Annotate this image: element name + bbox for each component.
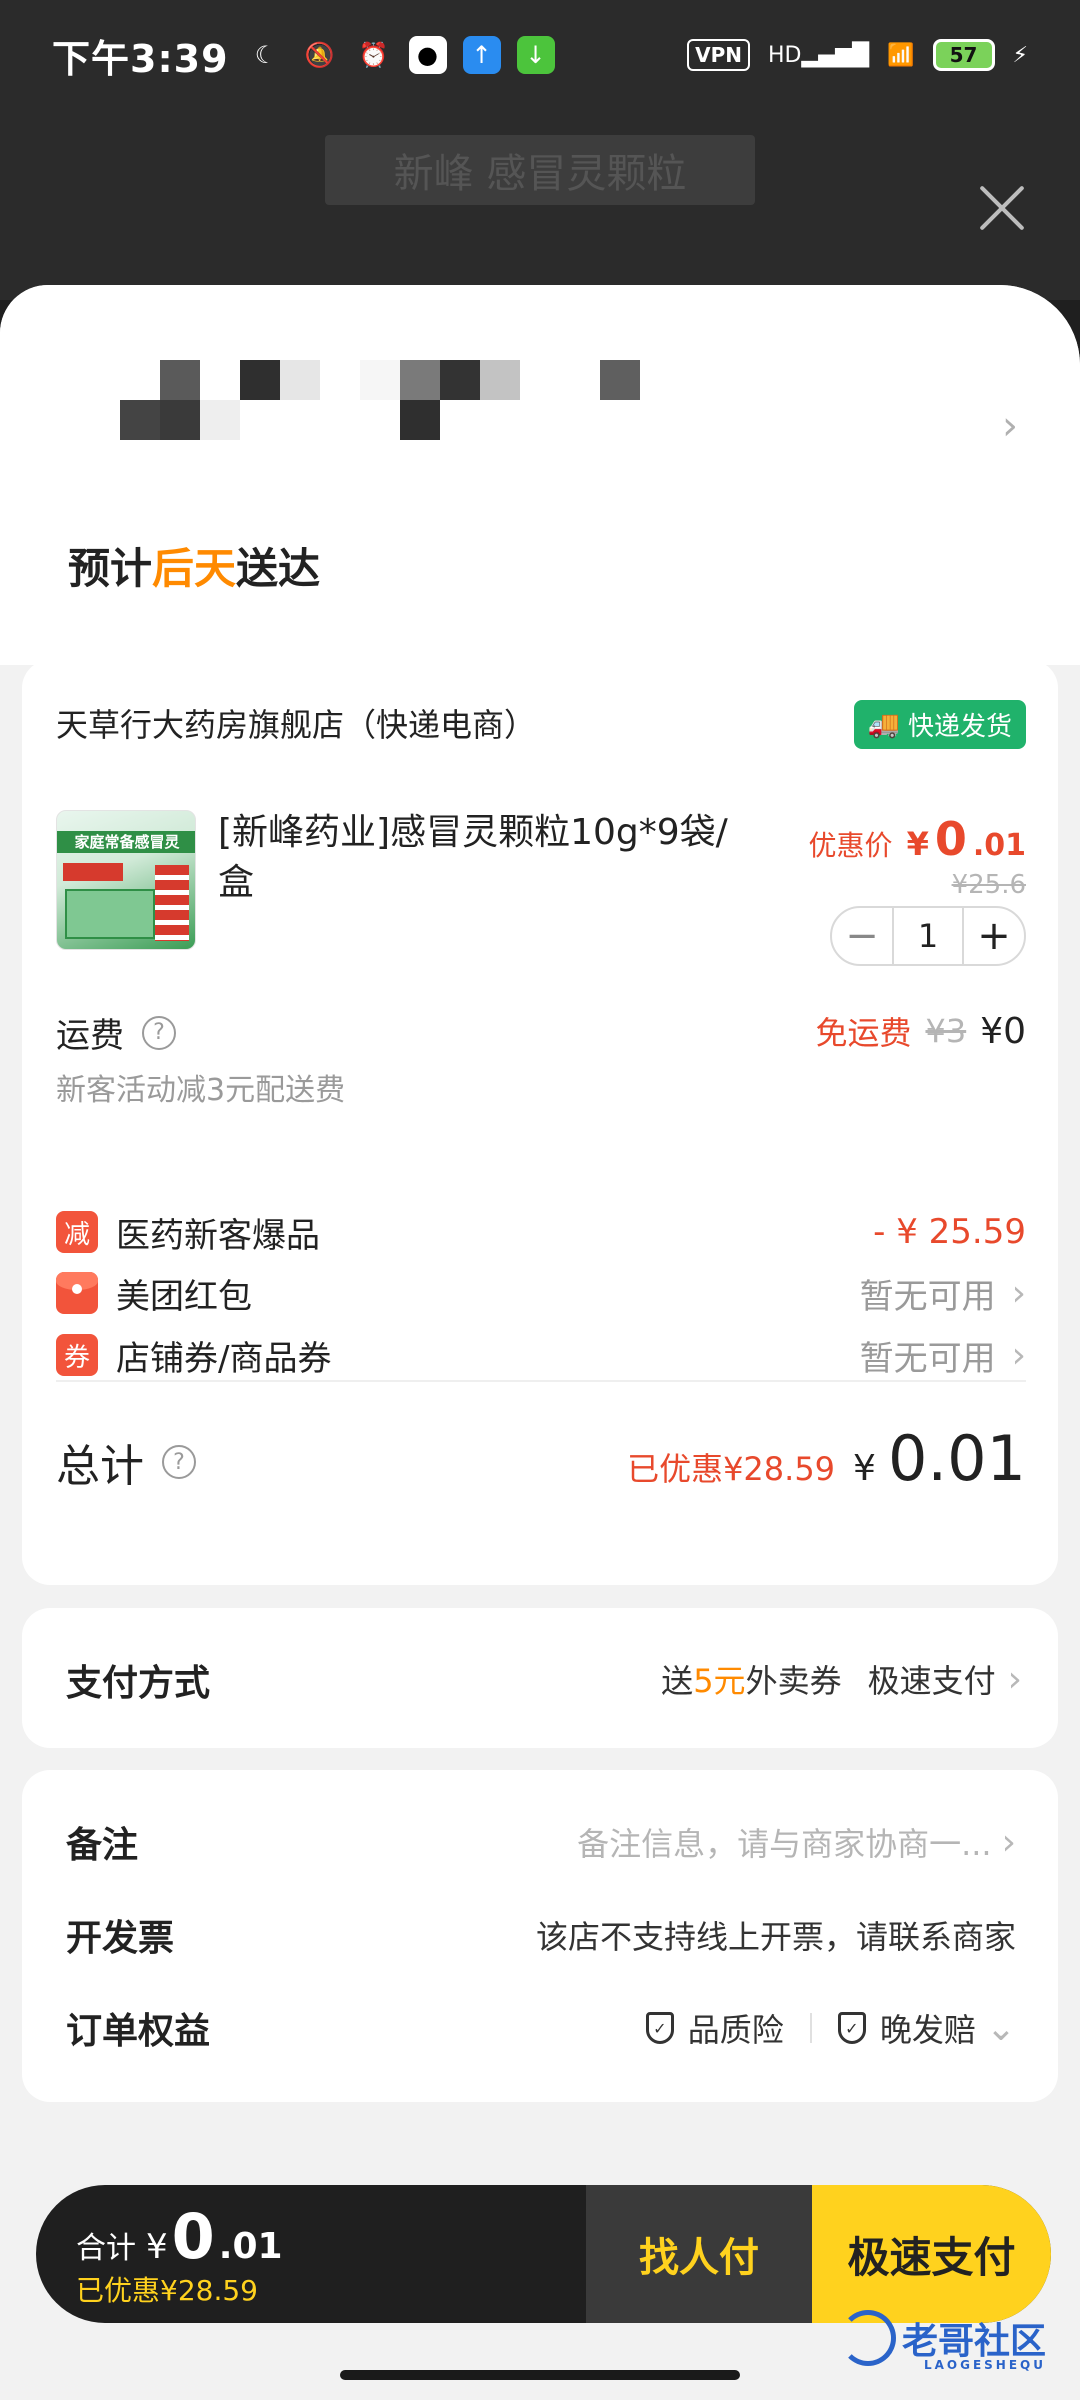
- download-icon: ↓: [516, 36, 555, 74]
- total-amount: 已优惠¥28.59 ¥ 0.01: [627, 1422, 1026, 1495]
- battery-icon: 57: [932, 39, 995, 71]
- red-packet-icon: [56, 1272, 98, 1314]
- chevron-right-icon: ›: [1011, 1334, 1026, 1376]
- chevron-right-icon: ›: [1011, 1272, 1026, 1314]
- status-right: VPN HD▂▄▆█ 📶 57 ⚡: [687, 39, 1028, 71]
- shipping-note: 新客活动减3元配送费: [56, 1073, 346, 1108]
- shipping-fee: 免运费 ¥3 ¥0: [815, 1010, 1026, 1053]
- shop-name[interactable]: 天草行大药房旗舰店（快递电商）: [56, 700, 536, 746]
- original-price: ¥25.6: [951, 870, 1026, 900]
- remark-row[interactable]: 备注 备注信息，请与商家协商一... ›: [66, 1812, 1016, 1872]
- product-title[interactable]: [新峰药业]感冒灵颗粒10g*9袋/盒: [218, 808, 758, 908]
- payment-method-row[interactable]: 支付方式 送5元外卖券 极速支付 ›: [22, 1608, 1058, 1748]
- ask-friend-pay-button[interactable]: 找人付: [586, 2185, 812, 2323]
- help-icon[interactable]: ?: [142, 1015, 176, 1050]
- red-packet-row[interactable]: 美团红包 暂无可用 ›: [56, 1263, 1026, 1323]
- shield-check-icon: ✓: [645, 2012, 674, 2044]
- extras-card: 备注 备注信息，请与商家协商一... › 开发票 该店不支持线上开票，请联系商家 …: [22, 1770, 1058, 2102]
- background-title: 新峰 感冒灵颗粒: [325, 135, 755, 205]
- checkout-bar: 合计 ¥0.01 已优惠¥28.59 找人付 极速支付: [36, 2185, 1051, 2323]
- address-mosaic: [120, 360, 940, 490]
- wifi-icon: 📶: [887, 42, 915, 68]
- background-header: 新峰 感冒灵颗粒: [0, 130, 1080, 210]
- close-icon[interactable]: [972, 178, 1032, 238]
- chevron-right-icon: ›: [1001, 1821, 1016, 1863]
- remark-input: 备注信息，请与商家协商一...: [577, 1825, 992, 1863]
- checkout-total: 合计 ¥0.01 已优惠¥28.59: [76, 2200, 283, 2308]
- express-badge: 🚚 快递发货: [853, 700, 1026, 749]
- address-chevron-icon[interactable]: ›: [1002, 403, 1018, 449]
- order-sheet: › 预计后天送达 天草行大药房旗舰店（快递电商） 🚚 快递发货 家庭常备感冒灵 …: [0, 285, 1080, 2400]
- chevron-down-icon: ⌄: [985, 2007, 1016, 2049]
- coupon-icon: 券: [56, 1334, 98, 1376]
- coupon-row[interactable]: 券 店铺券/商品券 暂无可用 ›: [56, 1325, 1026, 1385]
- delivery-estimate: 预计后天送达: [68, 544, 321, 593]
- notification-icons: ☾ 🔕 ⏰ ● ↑ ↓: [247, 36, 555, 74]
- minus-button[interactable]: −: [832, 908, 892, 964]
- home-indicator[interactable]: [340, 2370, 740, 2380]
- discount-icon: 减: [56, 1211, 98, 1253]
- divider: [56, 1380, 1026, 1382]
- upload-icon: ↑: [462, 36, 501, 74]
- shipping-row: 运费 ?: [56, 1008, 176, 1057]
- bell-off-icon: 🔕: [304, 41, 335, 69]
- alarm-icon: ⏰: [358, 41, 389, 69]
- moon-icon: ☾: [254, 41, 277, 69]
- status-bar: 下午3:39 ☾ 🔕 ⏰ ● ↑ ↓ VPN HD▂▄▆█ 📶 57 ⚡: [0, 0, 1080, 110]
- status-time: 下午3:39: [52, 36, 229, 81]
- watermark-icon: [839, 2310, 896, 2366]
- invoice-row: 开发票 该店不支持线上开票，请联系商家: [66, 1918, 1016, 1959]
- quick-pay-button[interactable]: 极速支付: [812, 2185, 1051, 2323]
- new-customer-discount-row: 减 医药新客爆品 - ¥ 25.59: [56, 1202, 1026, 1262]
- order-card: 天草行大药房旗舰店（快递电商） 🚚 快递发货 家庭常备感冒灵 [新峰药业]感冒灵…: [22, 660, 1058, 1585]
- signal-icon: HD▂▄▆█: [767, 42, 870, 68]
- charging-icon: ⚡: [1012, 42, 1028, 68]
- plus-button[interactable]: +: [964, 908, 1024, 964]
- address-section[interactable]: › 预计后天送达: [0, 285, 1080, 665]
- help-icon[interactable]: ?: [162, 1445, 196, 1479]
- order-rights-row[interactable]: 订单权益 ✓ 品质险 ✓ 晚发赔 ⌄: [66, 1998, 1016, 2058]
- quantity-stepper[interactable]: − 1 +: [830, 906, 1026, 966]
- truck-icon: 🚚: [867, 709, 900, 740]
- shield-check-icon: ✓: [837, 2012, 866, 2044]
- product-price: 优惠价 ¥0.01: [808, 812, 1026, 866]
- chevron-right-icon: ›: [1007, 1658, 1022, 1700]
- watermark-logo: 老哥社区 LAOGESHEQU: [839, 2310, 1046, 2372]
- vpn-icon: VPN: [687, 39, 750, 71]
- total-row: 总计 ?: [56, 1430, 196, 1494]
- product-image[interactable]: 家庭常备感冒灵: [56, 810, 196, 950]
- qq-icon: ●: [408, 36, 447, 74]
- quantity-value[interactable]: 1: [892, 908, 964, 964]
